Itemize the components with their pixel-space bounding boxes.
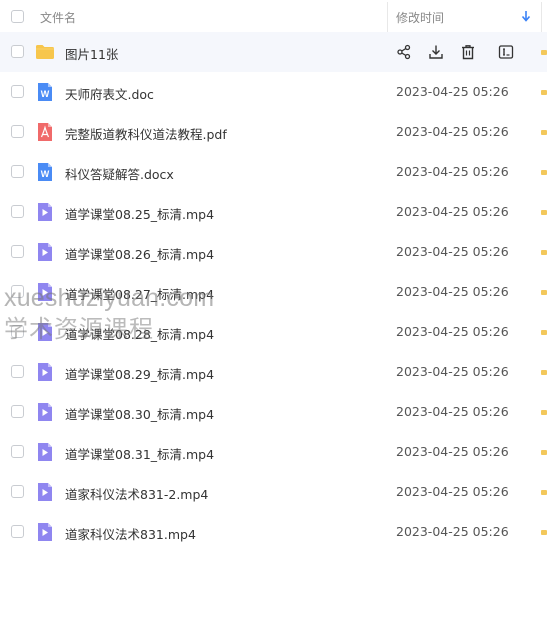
modified-time: 2023-04-25 05:26 bbox=[396, 204, 509, 219]
file-name[interactable]: 道学课堂08.31_标清.mp4 bbox=[65, 444, 214, 463]
modified-time: 2023-04-25 05:26 bbox=[396, 284, 509, 299]
row-checkbox[interactable] bbox=[11, 485, 24, 498]
file-name[interactable]: 道家科仪法术831-2.mp4 bbox=[65, 484, 208, 503]
row-checkbox[interactable] bbox=[11, 285, 24, 298]
scroll-edge-marker bbox=[541, 90, 547, 95]
modified-time: 2023-04-25 05:26 bbox=[396, 364, 509, 379]
scroll-edge-marker bbox=[541, 130, 547, 135]
row-checkbox[interactable] bbox=[11, 45, 24, 58]
scroll-edge-marker bbox=[541, 250, 547, 255]
scroll-edge-marker bbox=[541, 370, 547, 375]
file-row[interactable]: 道学课堂08.28_标清.mp4 2023-04-25 05:26 bbox=[0, 312, 547, 352]
row-checkbox[interactable] bbox=[11, 85, 24, 98]
file-row[interactable]: W 科仪答疑解答.docx 2023-04-25 05:26 bbox=[0, 152, 547, 192]
video-icon bbox=[35, 322, 55, 342]
file-name[interactable]: 道学课堂08.30_标清.mp4 bbox=[65, 404, 214, 423]
svg-text:W: W bbox=[41, 169, 50, 179]
sort-descending-icon[interactable] bbox=[521, 9, 531, 23]
file-name[interactable]: 道学课堂08.25_标清.mp4 bbox=[65, 204, 214, 223]
row-checkbox[interactable] bbox=[11, 365, 24, 378]
video-icon bbox=[35, 362, 55, 382]
file-row[interactable]: 道学课堂08.25_标清.mp4 2023-04-25 05:26 bbox=[0, 192, 547, 232]
scroll-edge-marker bbox=[541, 410, 547, 415]
modified-time: 2023-04-25 05:26 bbox=[396, 444, 509, 459]
modified-time: 2023-04-25 05:26 bbox=[396, 324, 509, 339]
modified-time: 2023-04-25 05:26 bbox=[396, 84, 509, 99]
row-checkbox[interactable] bbox=[11, 325, 24, 338]
modified-time: 2023-04-25 05:26 bbox=[396, 164, 509, 179]
row-checkbox[interactable] bbox=[11, 205, 24, 218]
row-checkbox[interactable] bbox=[11, 405, 24, 418]
row-checkbox[interactable] bbox=[11, 165, 24, 178]
scroll-edge-marker bbox=[541, 210, 547, 215]
column-divider[interactable] bbox=[387, 2, 388, 32]
file-row[interactable]: 道家科仪法术831-2.mp4 2023-04-25 05:26 bbox=[0, 472, 547, 512]
pdf-icon bbox=[35, 122, 55, 142]
file-row[interactable]: 道学课堂08.30_标清.mp4 2023-04-25 05:26 bbox=[0, 392, 547, 432]
file-name[interactable]: 完整版道教科仪道法教程.pdf bbox=[65, 124, 227, 143]
download-icon[interactable] bbox=[427, 43, 445, 61]
modified-time: 2023-04-25 05:26 bbox=[396, 244, 509, 259]
scroll-edge-marker bbox=[541, 530, 547, 535]
modified-time: 2023-04-25 05:26 bbox=[396, 404, 509, 419]
file-name[interactable]: 科仪答疑解答.docx bbox=[65, 164, 174, 183]
column-divider bbox=[541, 2, 542, 32]
word-doc-icon: W bbox=[35, 82, 55, 102]
scroll-edge-marker bbox=[541, 450, 547, 455]
scroll-edge-marker bbox=[541, 170, 547, 175]
select-all-checkbox[interactable] bbox=[11, 10, 24, 23]
word-doc-icon: W bbox=[35, 162, 55, 182]
video-icon bbox=[35, 522, 55, 542]
column-header-modified-time[interactable]: 修改时间 bbox=[396, 9, 444, 26]
video-icon bbox=[35, 442, 55, 462]
row-checkbox[interactable] bbox=[11, 125, 24, 138]
scroll-edge-marker bbox=[541, 330, 547, 335]
file-row[interactable]: 道学课堂08.29_标清.mp4 2023-04-25 05:26 bbox=[0, 352, 547, 392]
column-header-name[interactable]: 文件名 bbox=[40, 9, 76, 26]
svg-text:W: W bbox=[41, 89, 50, 99]
row-checkbox[interactable] bbox=[11, 525, 24, 538]
video-icon bbox=[35, 402, 55, 422]
file-name[interactable]: 道学课堂08.27_标清.mp4 bbox=[65, 284, 214, 303]
file-row[interactable]: 道学课堂08.26_标清.mp4 2023-04-25 05:26 bbox=[0, 232, 547, 272]
file-name[interactable]: 道学课堂08.28_标清.mp4 bbox=[65, 324, 214, 343]
file-row[interactable]: 道学课堂08.27_标清.mp4 2023-04-25 05:26 bbox=[0, 272, 547, 312]
scroll-edge-marker bbox=[541, 490, 547, 495]
file-name[interactable]: 道学课堂08.26_标清.mp4 bbox=[65, 244, 214, 263]
folder-icon bbox=[35, 42, 55, 62]
delete-icon[interactable] bbox=[459, 43, 477, 61]
scroll-edge-marker bbox=[541, 50, 547, 55]
file-name[interactable]: 天师府表文.doc bbox=[65, 84, 154, 103]
file-list-header: 文件名 修改时间 bbox=[0, 0, 547, 32]
scroll-edge-marker bbox=[541, 290, 547, 295]
modified-time: 2023-04-25 05:26 bbox=[396, 484, 509, 499]
share-icon[interactable] bbox=[395, 43, 413, 61]
folder-row[interactable]: 图片11张 bbox=[0, 32, 547, 72]
video-icon bbox=[35, 242, 55, 262]
file-row[interactable]: 道学课堂08.31_标清.mp4 2023-04-25 05:26 bbox=[0, 432, 547, 472]
video-icon bbox=[35, 202, 55, 222]
modified-time: 2023-04-25 05:26 bbox=[396, 124, 509, 139]
modified-time: 2023-04-25 05:26 bbox=[396, 524, 509, 539]
row-checkbox[interactable] bbox=[11, 445, 24, 458]
file-name[interactable]: 道学课堂08.29_标清.mp4 bbox=[65, 364, 214, 383]
video-icon bbox=[35, 282, 55, 302]
file-row[interactable]: 完整版道教科仪道法教程.pdf 2023-04-25 05:26 bbox=[0, 112, 547, 152]
file-name[interactable]: 道家科仪法术831.mp4 bbox=[65, 524, 196, 543]
video-icon bbox=[35, 482, 55, 502]
file-row[interactable]: W 天师府表文.doc 2023-04-25 05:26 bbox=[0, 72, 547, 112]
rename-icon[interactable] bbox=[497, 43, 515, 61]
row-checkbox[interactable] bbox=[11, 245, 24, 258]
file-row[interactable]: 道家科仪法术831.mp4 2023-04-25 05:26 bbox=[0, 512, 547, 552]
file-name[interactable]: 图片11张 bbox=[65, 44, 118, 63]
